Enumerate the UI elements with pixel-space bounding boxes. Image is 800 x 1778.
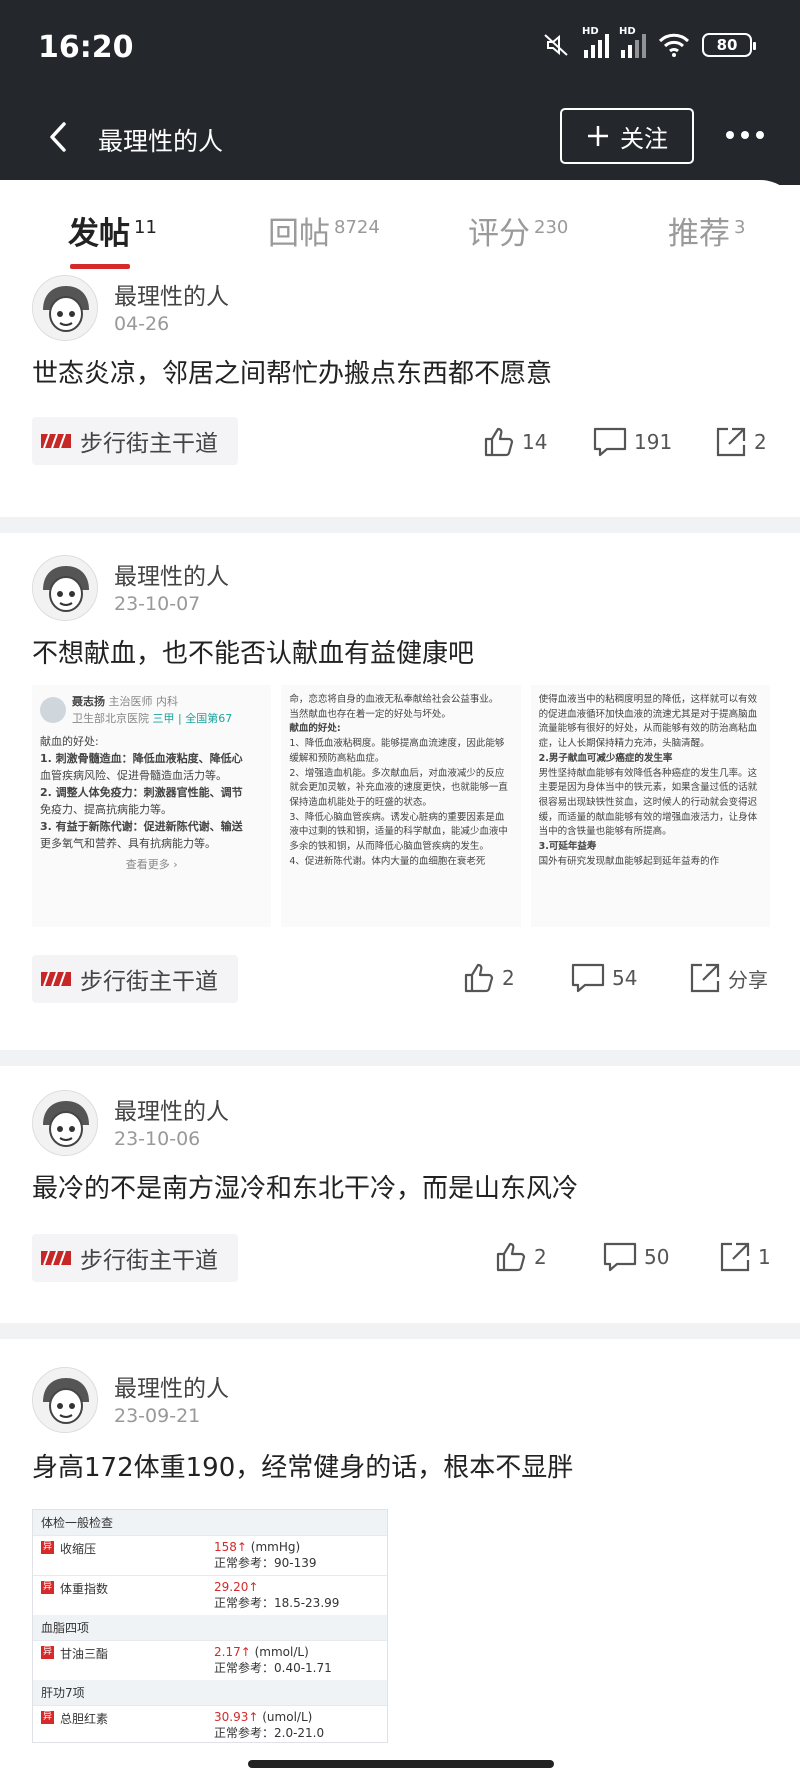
plus-icon [588, 126, 608, 146]
thumbs-up-icon [464, 963, 494, 993]
post-image-gallery: 聂志扬 主治医师 内科 卫生部北京医院 三甲 | 全国第67 献血的好处: 1.… [32, 685, 770, 927]
share-icon [716, 427, 746, 457]
forum-tag-label: 步行街主干道 [80, 431, 218, 457]
status-time: 16:20 [38, 30, 134, 65]
forum-tag[interactable]: 步行街主干道 [32, 1234, 238, 1282]
post-card[interactable]: 最理性的人 04-26 世态炎凉，邻居之间帮忙办搬点东西都不愿意 步行街主干道 … [0, 275, 800, 487]
post-author[interactable]: 最理性的人 [114, 277, 229, 311]
post-title[interactable]: 身高172体重190，经常健身的话，根本不显胖 [32, 1447, 573, 1484]
post-title[interactable]: 世态炎凉，邻居之间帮忙办搬点东西都不愿意 [32, 353, 552, 390]
active-tab-indicator [70, 264, 130, 269]
like-button[interactable]: 2 [462, 961, 515, 995]
profile-tabs: 发帖 11 回帖 8724 评分 230 推荐 3 [0, 180, 800, 270]
avatar[interactable] [32, 555, 98, 621]
follow-label: 关注 [620, 124, 668, 153]
thumbs-up-icon [496, 1242, 526, 1272]
comment-icon [593, 427, 627, 457]
post-image-3[interactable]: 使得血液当中的粘稠度明显的降低，这样就可以有效的促进血液循环加快血液的流速尤其是… [530, 685, 770, 927]
divider [0, 1323, 800, 1339]
comment-icon [603, 1242, 637, 1272]
comment-icon [571, 963, 605, 993]
post-image-1[interactable]: 聂志扬 主治医师 内科 卫生部北京医院 三甲 | 全国第67 献血的好处: 1.… [32, 685, 272, 927]
header-bar: 16:20 HD HD 80 最理性的人 关注 [0, 0, 800, 185]
share-button[interactable]: 分享 [688, 961, 768, 995]
comment-button[interactable]: 50 [602, 1240, 669, 1274]
post-title[interactable]: 不想献血，也不能否认献血有益健康吧 [32, 633, 474, 670]
tab-ratings[interactable]: 评分 230 [468, 208, 568, 253]
comment-button[interactable]: 54 [570, 961, 637, 995]
signal-icon-2: HD [619, 26, 646, 58]
post-image-2[interactable]: 命，恋恋将自身的血液无私奉献给社会公益事业。 当然献血也存在着一定的好处与坏处。… [281, 685, 521, 927]
forum-tag-label: 步行街主干道 [80, 969, 218, 995]
signal-icon: HD [582, 26, 609, 58]
nav-bar: 最理性的人 关注 [0, 100, 800, 175]
post-author[interactable]: 最理性的人 [114, 1092, 229, 1126]
more-menu-icon[interactable] [726, 120, 776, 150]
page-title: 最理性的人 [98, 127, 224, 156]
post-title[interactable]: 最冷的不是南方湿冷和东北干冷，而是山东风冷 [32, 1168, 578, 1205]
post-date: 04-26 [114, 313, 170, 335]
post-card[interactable]: 最理性的人 23-10-07 不想献血，也不能否认献血有益健康吧 聂志扬 主治医… [0, 555, 800, 1003]
forum-logo-icon [41, 971, 71, 987]
forum-tag[interactable]: 步行街主干道 [32, 955, 238, 1003]
status-icons: HD HD 80 [542, 26, 756, 58]
post-image-health-report[interactable]: 体检一般检查 异收缩压 158↑ (mmHg) 正常参考：90-139 异体重指数… [32, 1509, 388, 1743]
status-bar: 16:20 HD HD 80 [0, 0, 800, 90]
home-indicator[interactable] [248, 1760, 554, 1768]
post-card[interactable]: 最理性的人 23-09-21 身高172体重190，经常健身的话，根本不显胖 体… [0, 1367, 800, 1767]
post-card[interactable]: 最理性的人 23-10-06 最冷的不是南方湿冷和东北干冷，而是山东风冷 步行街… [0, 1090, 800, 1290]
forum-tag[interactable]: 步行街主干道 [32, 417, 238, 465]
post-author[interactable]: 最理性的人 [114, 1369, 229, 1403]
tab-posts[interactable]: 发帖 11 [68, 208, 157, 253]
post-date: 23-10-07 [114, 593, 201, 615]
like-button[interactable]: 2 [494, 1240, 547, 1274]
post-author[interactable]: 最理性的人 [114, 557, 229, 591]
share-icon [690, 963, 720, 993]
avatar[interactable] [32, 1367, 98, 1433]
doctor-avatar [40, 697, 66, 724]
like-button[interactable]: 14 [482, 425, 547, 459]
forum-tag-label: 步行街主干道 [80, 1248, 218, 1274]
forum-logo-icon [41, 433, 71, 449]
share-button[interactable]: 1 [718, 1240, 771, 1274]
avatar[interactable] [32, 275, 98, 341]
post-date: 23-09-21 [114, 1405, 201, 1427]
share-button[interactable]: 2 [714, 425, 767, 459]
tab-replies[interactable]: 回帖 8724 [268, 208, 380, 253]
divider [0, 1050, 800, 1066]
post-date: 23-10-06 [114, 1128, 201, 1150]
share-icon [720, 1242, 750, 1272]
thumbs-up-icon [484, 427, 514, 457]
battery-icon: 80 [702, 33, 756, 57]
content-sheet: 发帖 11 回帖 8724 评分 230 推荐 3 最理性的人 04-26 世态炎凉，邻… [0, 180, 800, 1778]
tab-recommends[interactable]: 推荐 3 [668, 208, 745, 253]
comment-button[interactable]: 191 [592, 425, 672, 459]
avatar[interactable] [32, 1090, 98, 1156]
forum-logo-icon [41, 1250, 71, 1266]
back-arrow-icon[interactable] [40, 112, 80, 162]
divider [0, 517, 800, 533]
wifi-icon [658, 33, 690, 57]
mute-icon [544, 34, 568, 56]
follow-button[interactable]: 关注 [560, 108, 694, 164]
